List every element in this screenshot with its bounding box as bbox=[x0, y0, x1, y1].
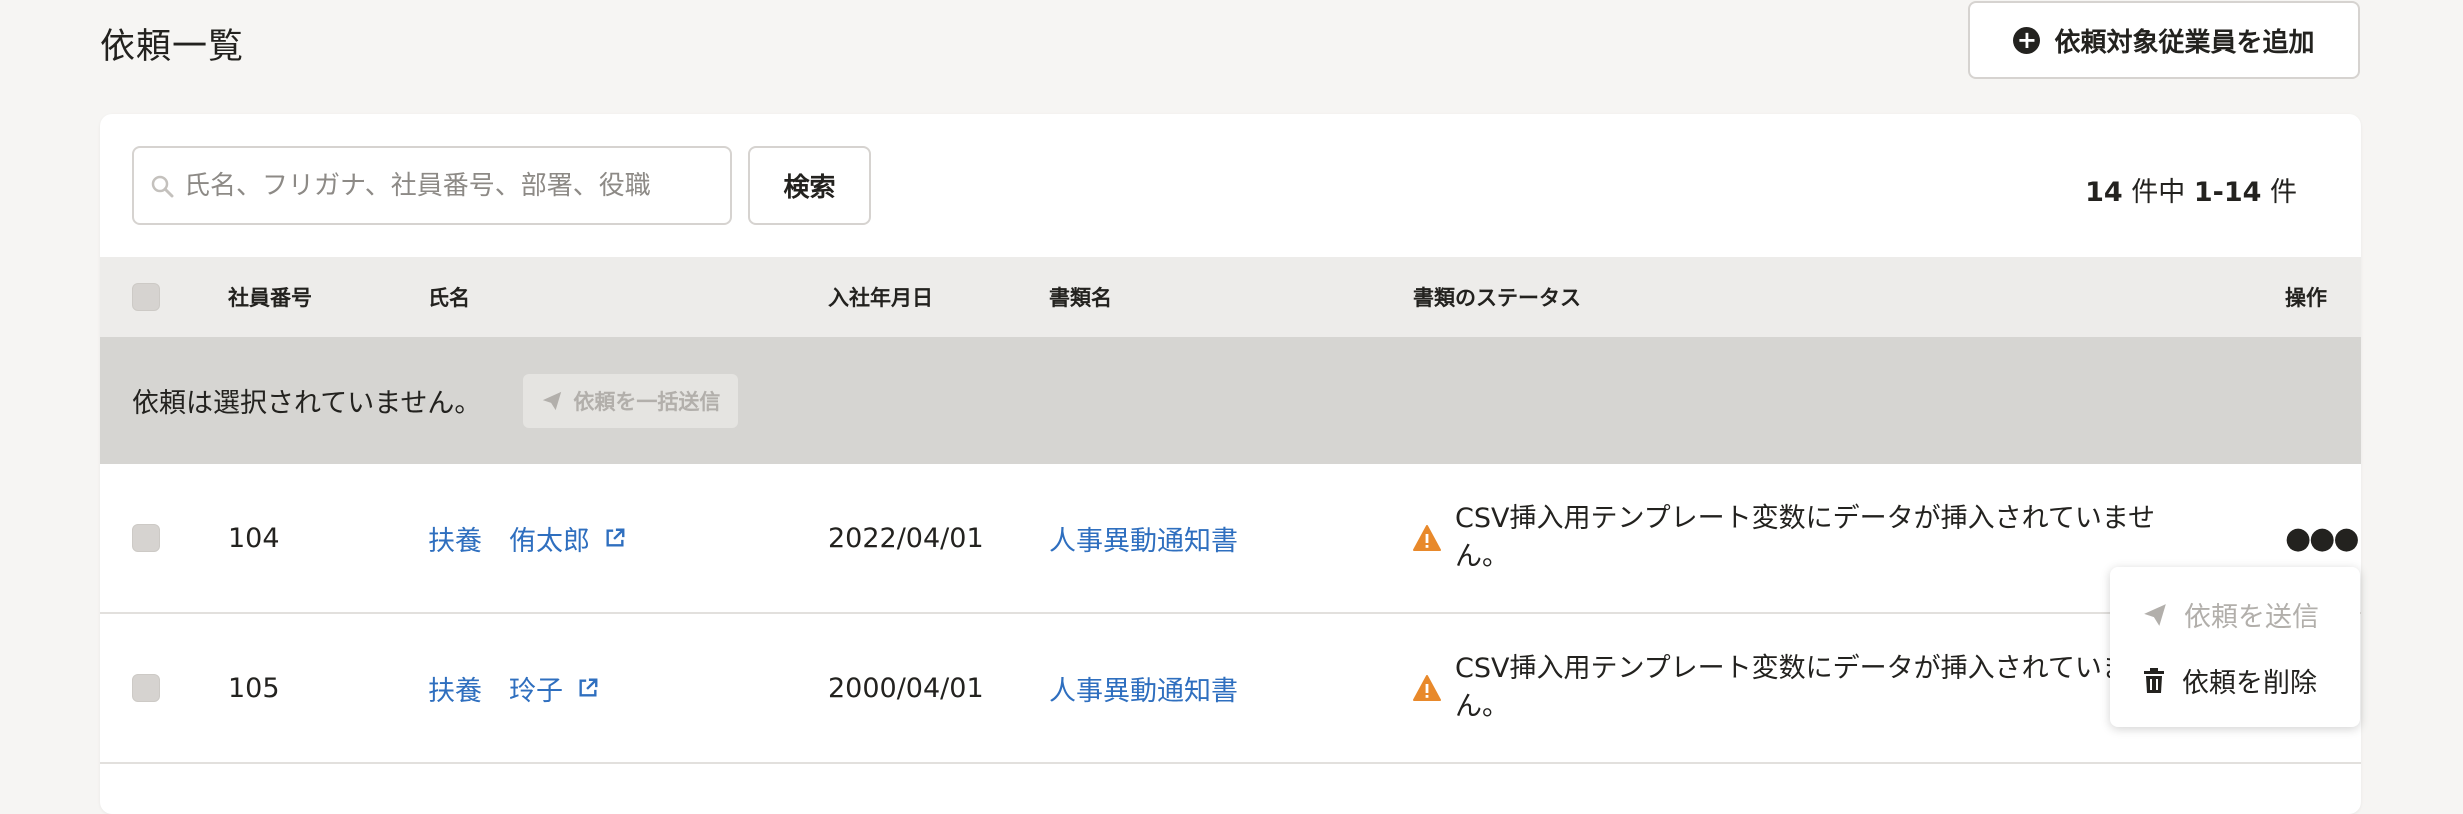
add-target-employee-button[interactable]: + 依頼対象従業員を追加 bbox=[1968, 1, 2360, 79]
pagination-count: 14 件中 1-14 件 bbox=[2085, 170, 2297, 209]
header-status: 書類のステータス bbox=[1413, 286, 1581, 310]
document-cell: 人事異動通知書 bbox=[1049, 614, 1238, 762]
total-suffix: 件中 bbox=[2122, 177, 2194, 208]
status-cell: CSV挿入用テンプレート変数にデータが挿入されていません。 bbox=[1413, 614, 2173, 762]
bulk-send-label: 依頼を一括送信 bbox=[573, 389, 721, 414]
trash-icon bbox=[2144, 667, 2164, 693]
row-checkbox[interactable] bbox=[132, 524, 160, 552]
range-count: 1-14 bbox=[2193, 177, 2262, 208]
page-title: 依頼一覧 bbox=[100, 27, 245, 67]
send-request-menu-item[interactable]: 依頼を送信 bbox=[2142, 595, 2319, 634]
warning-icon bbox=[1413, 525, 1441, 551]
bulk-send-button[interactable]: 依頼を一括送信 bbox=[523, 373, 739, 428]
status-cell: CSV挿入用テンプレート変数にデータが挿入されていません。 bbox=[1413, 464, 2173, 612]
total-count: 14 bbox=[2085, 177, 2123, 208]
delete-request-menu-item[interactable]: 依頼を削除 bbox=[2142, 661, 2317, 700]
document-cell: 人事異動通知書 bbox=[1049, 464, 1238, 612]
status-text: CSV挿入用テンプレート変数にデータが挿入されていません。 bbox=[1455, 503, 2156, 572]
header-hire-date: 入社年月日 bbox=[828, 286, 933, 310]
row-checkbox-cell bbox=[132, 614, 160, 762]
row-checkbox-cell bbox=[132, 464, 160, 612]
range-suffix: 件 bbox=[2261, 177, 2297, 208]
employee-name-link[interactable]: 扶養 玲子 bbox=[428, 669, 599, 708]
hire-date-cell: 2000/04/01 bbox=[828, 672, 984, 704]
send-icon bbox=[543, 391, 562, 410]
add-target-employee-label: 依頼対象従業員を追加 bbox=[2054, 27, 2315, 58]
select-all-checkbox[interactable] bbox=[132, 283, 160, 311]
request-list-card: 検索 14 件中 1-14 件 社員番号 氏名 入社年月日 書類名 書類のステー… bbox=[100, 114, 2361, 814]
status-text: CSV挿入用テンプレート変数にデータが挿入されていません。 bbox=[1455, 653, 2156, 722]
table-row: 104 扶養 侑太郎 2022/04/01 人事異動通知書 CSV挿入用テンプレ… bbox=[100, 464, 2361, 614]
header-document: 書類名 bbox=[1049, 286, 1112, 310]
send-request-label: 依頼を送信 bbox=[2184, 602, 2319, 633]
name-cell: 扶養 玲子 bbox=[428, 614, 599, 762]
header-employee-id: 社員番号 bbox=[228, 286, 312, 310]
employee-name: 扶養 侑太郎 bbox=[428, 525, 590, 557]
select-all-cell bbox=[132, 257, 160, 337]
table-header: 社員番号 氏名 入社年月日 書類名 書類のステータス 操作 bbox=[100, 257, 2361, 337]
header-name: 氏名 bbox=[428, 286, 470, 310]
row-actions-menu: 依頼を送信 依頼を削除 bbox=[2110, 567, 2360, 727]
header-actions: 操作 bbox=[2285, 286, 2327, 310]
employee-name-link[interactable]: 扶養 侑太郎 bbox=[428, 519, 626, 558]
employee-id-cell: 105 bbox=[228, 672, 280, 704]
send-icon bbox=[2144, 603, 2166, 626]
hire-date-cell: 2022/04/01 bbox=[828, 522, 984, 554]
more-options-icon[interactable]: ●●● bbox=[2285, 521, 2360, 556]
employee-id-cell: 104 bbox=[228, 522, 280, 554]
row-checkbox[interactable] bbox=[132, 674, 160, 702]
external-link-icon bbox=[579, 678, 598, 697]
bulk-action-bar: 依頼は選択されていません。 依頼を一括送信 bbox=[100, 337, 2361, 464]
warning-icon bbox=[1413, 675, 1441, 701]
document-link[interactable]: 人事異動通知書 bbox=[1049, 669, 1238, 708]
plus-circle-icon: + bbox=[2013, 26, 2041, 54]
bulk-message: 依頼は選択されていません。 bbox=[132, 388, 482, 419]
search-icon bbox=[151, 175, 174, 197]
search-input[interactable] bbox=[184, 170, 684, 201]
name-cell: 扶養 侑太郎 bbox=[428, 464, 626, 612]
document-link[interactable]: 人事異動通知書 bbox=[1049, 519, 1238, 558]
search-box bbox=[132, 146, 732, 225]
search-button[interactable]: 検索 bbox=[748, 146, 871, 225]
delete-request-label: 依頼を削除 bbox=[2182, 668, 2317, 699]
external-link-icon bbox=[606, 528, 625, 547]
employee-name: 扶養 玲子 bbox=[428, 675, 563, 707]
